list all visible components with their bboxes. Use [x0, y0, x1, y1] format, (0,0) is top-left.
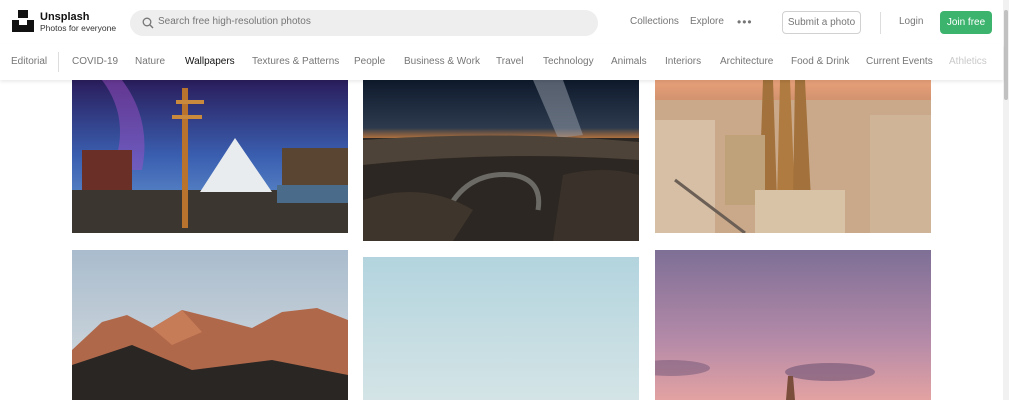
brand-tagline: Photos for everyone — [40, 23, 117, 33]
search-input[interactable]: Search free high-resolution photos — [158, 16, 311, 27]
page-scrollbar[interactable] — [1003, 0, 1009, 400]
topic-editorial[interactable]: Editorial — [11, 56, 47, 67]
photo-tipi-aurora-image — [72, 80, 348, 233]
topic-architecture[interactable]: Architecture — [720, 56, 773, 67]
topic-textures-patterns[interactable]: Textures & Patterns — [252, 56, 339, 67]
topic-interiors[interactable]: Interiors — [665, 56, 701, 67]
brand-name: Unsplash — [40, 11, 90, 23]
photo-red-mountains-image — [72, 250, 348, 400]
topics-bar: Editorial COVID-19 Nature Wallpapers Tex… — [0, 44, 1003, 80]
site-header: Unsplash Photos for everyone Search free… — [0, 0, 1003, 44]
photo-sagrada-familia[interactable] — [655, 80, 931, 233]
topic-travel[interactable]: Travel — [496, 56, 523, 67]
login-link[interactable]: Login — [899, 16, 923, 27]
topic-animals[interactable]: Animals — [611, 56, 647, 67]
photo-red-mountains[interactable] — [72, 250, 348, 400]
photo-tipi-aurora[interactable] — [72, 80, 348, 233]
more-icon[interactable]: ••• — [737, 15, 753, 29]
photo-canyon-milkyway-image — [363, 80, 639, 241]
topic-people[interactable]: People — [354, 56, 385, 67]
topic-nature[interactable]: Nature — [135, 56, 165, 67]
search-icon — [142, 17, 154, 29]
nav-collections[interactable]: Collections — [630, 16, 679, 27]
photo-sagrada-familia-image — [655, 80, 931, 233]
topic-covid-19[interactable]: COVID-19 — [72, 56, 118, 67]
scrollbar-thumb[interactable] — [1004, 10, 1008, 100]
photo-pink-sunset[interactable] — [655, 250, 931, 400]
topic-technology[interactable]: Technology — [543, 56, 594, 67]
nav-explore[interactable]: Explore — [690, 16, 724, 27]
photo-canyon-milkyway[interactable] — [363, 80, 639, 241]
photo-pale-sky[interactable] — [363, 257, 639, 400]
brand[interactable]: Unsplash Photos for everyone — [40, 11, 116, 34]
photo-pale-sky-image — [363, 257, 639, 400]
topic-athletics[interactable]: Athletics — [949, 56, 987, 67]
submit-photo-button[interactable]: Submit a photo — [782, 11, 861, 34]
header-divider — [880, 12, 881, 34]
topics-divider — [58, 52, 59, 72]
photo-pink-sunset-image — [655, 250, 931, 400]
topic-food-drink[interactable]: Food & Drink — [791, 56, 849, 67]
search-bar[interactable]: Search free high-resolution photos — [130, 10, 598, 36]
topic-wallpapers[interactable]: Wallpapers — [185, 56, 235, 67]
topic-business-work[interactable]: Business & Work — [404, 56, 480, 67]
topic-current-events[interactable]: Current Events — [866, 56, 933, 67]
unsplash-logo-icon[interactable] — [12, 10, 34, 32]
join-free-button[interactable]: Join free — [940, 11, 992, 34]
